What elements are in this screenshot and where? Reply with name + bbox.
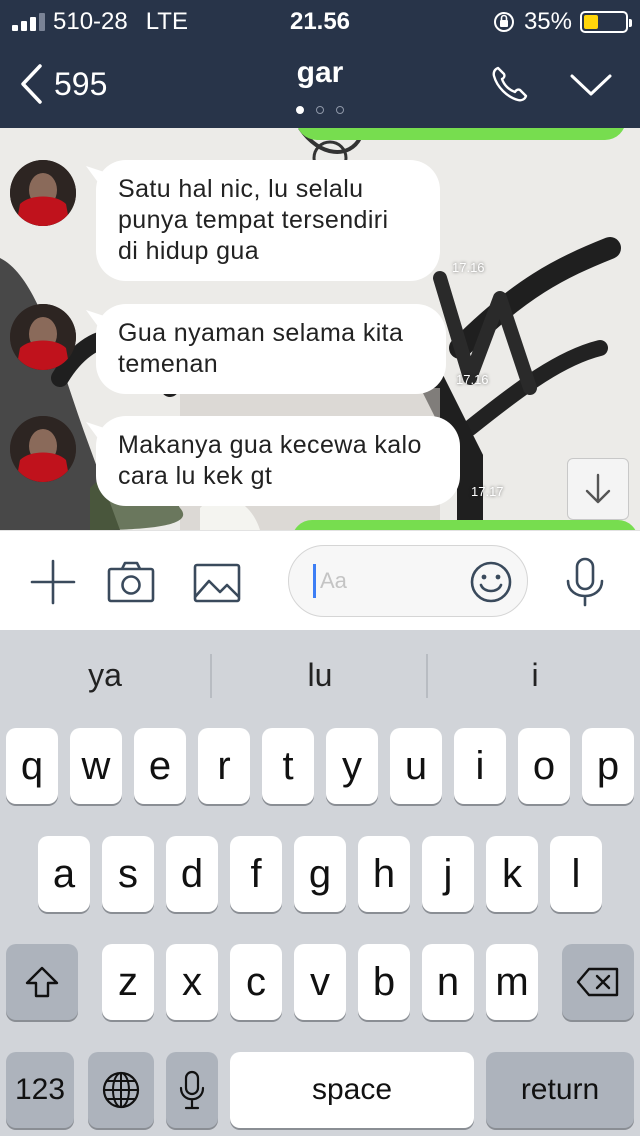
microphone-icon [179,1070,205,1110]
globe-key[interactable] [88,1052,154,1128]
key-o[interactable]: o [518,728,570,804]
orientation-lock-icon [493,12,514,32]
message-text-line: cara lu kek gt [118,462,273,490]
numbers-key[interactable]: 123 [6,1052,74,1128]
phone-call-icon[interactable] [488,62,532,106]
shift-icon [25,966,59,998]
avatar[interactable] [10,304,76,370]
page-dot [336,106,344,114]
sent-message-bubble[interactable] [296,128,626,140]
chat-header: 510-28 LTE 21.56 35% 595 gar [0,0,640,128]
keyboard: ya lu i q w e r t y u i o p a s d f g h … [0,630,640,1136]
key-i[interactable]: i [454,728,506,804]
key-e[interactable]: e [134,728,186,804]
suggestion-item[interactable]: lu [215,630,425,720]
emoji-icon[interactable] [469,560,513,604]
key-j[interactable]: j [422,836,474,912]
plus-icon[interactable] [28,557,78,607]
delete-key[interactable] [562,944,634,1020]
suggestion-item[interactable]: ya [0,630,210,720]
message-text-line: Makanya gua kecewa kalo [118,431,422,459]
avatar[interactable] [10,416,76,482]
key-d[interactable]: d [166,836,218,912]
suggestion-item[interactable]: i [430,630,640,720]
key-q[interactable]: q [6,728,58,804]
key-z[interactable]: z [102,944,154,1020]
dictation-key[interactable] [166,1052,218,1128]
backspace-icon [576,967,619,997]
key-y[interactable]: y [326,728,378,804]
key-u[interactable]: u [390,728,442,804]
chevron-down-icon[interactable] [568,68,614,102]
return-key[interactable]: return [486,1052,634,1128]
avatar-image [10,416,76,482]
globe-icon [102,1071,140,1109]
shift-key[interactable] [6,944,78,1020]
key-r[interactable]: r [198,728,250,804]
chat-area[interactable]: Satu hal nic, lu selalu punya tempat ter… [0,128,640,530]
key-k[interactable]: k [486,836,538,912]
sent-message-bubble[interactable] [292,520,638,530]
message-timestamp: 17.17 [471,484,504,499]
page-dot [296,106,304,114]
message-bubble[interactable]: Gua nyaman selama kita temenan [96,304,446,394]
message-text-line: Gua nyaman selama kita [118,319,404,347]
message-bubble[interactable]: Satu hal nic, lu selalu punya tempat ter… [96,160,440,281]
key-g[interactable]: g [294,836,346,912]
key-a[interactable]: a [38,836,90,912]
message-text-line: punya tempat tersendiri [118,206,389,234]
message-input[interactable] [313,564,463,598]
message-text-line: Satu hal nic, lu selalu [118,175,364,203]
status-bar: 510-28 LTE 21.56 35% [0,0,640,42]
suggestion-divider [426,654,428,698]
message-bubble[interactable]: Makanya gua kecewa kalo cara lu kek gt [96,416,460,506]
key-n[interactable]: n [422,944,474,1020]
key-b[interactable]: b [358,944,410,1020]
key-p[interactable]: p [582,728,634,804]
key-v[interactable]: v [294,944,346,1020]
chat-title: gar [296,56,344,89]
key-w[interactable]: w [70,728,122,804]
key-m[interactable]: m [486,944,538,1020]
space-key[interactable]: space [230,1052,474,1128]
battery-fill [584,15,598,29]
avatar-image [10,304,76,370]
message-input-bar [0,530,640,630]
message-text-field [288,545,528,617]
key-h[interactable]: h [358,836,410,912]
key-t[interactable]: t [262,728,314,804]
message-timestamp: 17.16 [452,260,485,275]
battery-percent: 35% [523,8,572,35]
key-l[interactable]: l [550,836,602,912]
scroll-to-bottom-button[interactable] [567,458,629,520]
key-c[interactable]: c [230,944,282,1020]
key-f[interactable]: f [230,836,282,912]
suggestion-divider [210,654,212,698]
battery-icon [580,11,632,33]
image-icon[interactable] [192,557,242,607]
message-timestamp: 17.16 [456,372,489,387]
camera-icon[interactable] [106,557,156,607]
status-right: 35% [492,8,632,36]
key-s[interactable]: s [102,836,154,912]
page-indicator [0,106,640,114]
key-x[interactable]: x [166,944,218,1020]
avatar-image [10,160,76,226]
suggestion-bar: ya lu i [0,630,640,720]
arrow-down-icon [585,473,611,504]
microphone-icon[interactable] [562,557,608,607]
message-text-line: di hidup gua [118,237,260,265]
avatar[interactable] [10,160,76,226]
message-text-line: temenan [118,350,219,378]
page-dot [316,106,324,114]
